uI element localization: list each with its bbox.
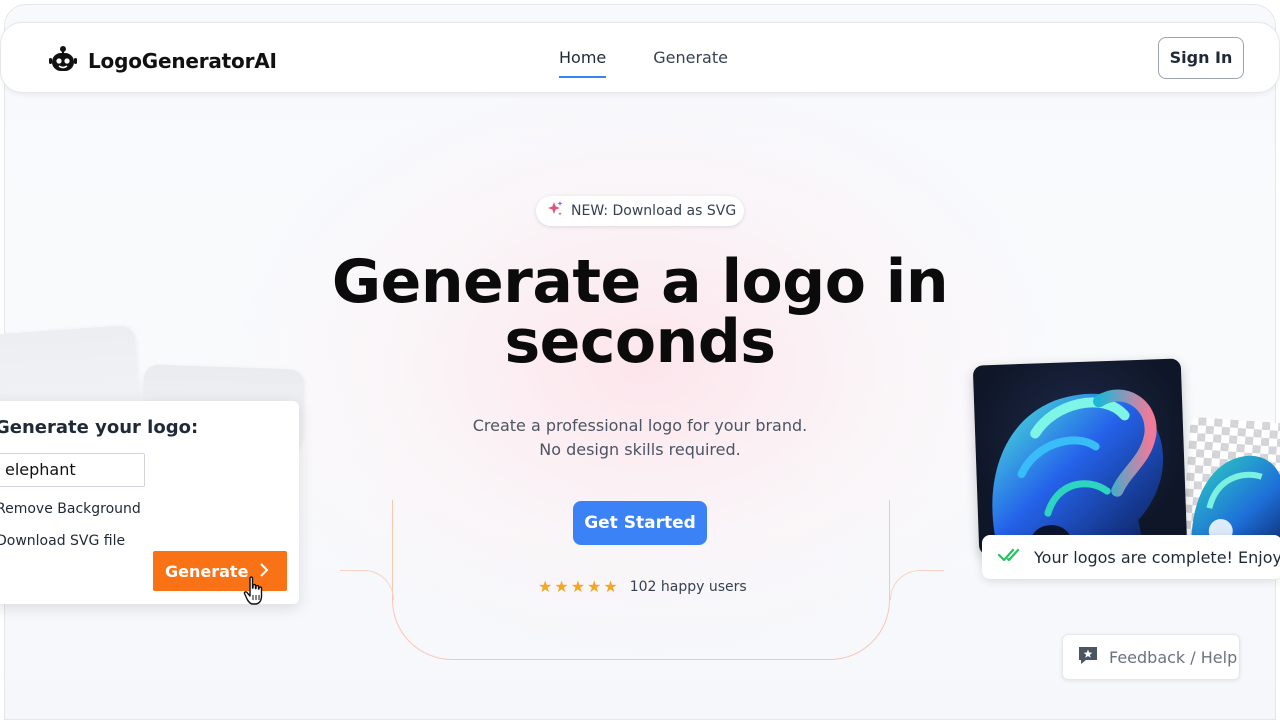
generate-demo-card: Generate your logo: elephant Remove Back… bbox=[0, 401, 299, 604]
feedback-label: Feedback / Help bbox=[1109, 647, 1238, 667]
sparkle-icon bbox=[546, 200, 564, 222]
sign-in-button[interactable]: Sign In bbox=[1158, 37, 1244, 79]
download-svg-option[interactable]: Download SVG file bbox=[0, 533, 125, 549]
nav-home[interactable]: Home bbox=[559, 48, 607, 78]
demo-card-title: Generate your logo: bbox=[0, 417, 199, 438]
toast-text: Your logos are complete! Enjoy bbox=[1034, 547, 1280, 567]
brand[interactable]: LogoGeneratorAI bbox=[48, 44, 277, 78]
logo-prompt-input[interactable]: elephant bbox=[0, 453, 145, 487]
nav-generate[interactable]: Generate bbox=[653, 48, 728, 75]
hand-pointer-icon bbox=[243, 576, 265, 610]
remove-background-option[interactable]: Remove Background bbox=[0, 501, 141, 517]
robot-logo-icon bbox=[48, 44, 78, 78]
subtitle-line-1: Create a professional logo for your bran… bbox=[472, 416, 808, 435]
double-check-icon bbox=[997, 547, 1024, 567]
decorative-arc bbox=[392, 500, 890, 660]
demo-generate-label: Generate bbox=[165, 561, 249, 581]
feedback-star-icon bbox=[1077, 644, 1099, 670]
transparent-logo-preview bbox=[1181, 416, 1280, 554]
brand-name: LogoGeneratorAI bbox=[88, 49, 277, 73]
top-navbar: LogoGeneratorAI Home Generate Sign In bbox=[0, 22, 1280, 93]
hero-headline: Generate a logo in seconds bbox=[300, 252, 980, 372]
feedback-help-button[interactable]: Feedback / Help bbox=[1062, 634, 1240, 680]
badge-text: NEW: Download as SVG bbox=[571, 203, 737, 219]
main-nav: Home Generate bbox=[559, 48, 728, 78]
elephant-logo-artwork bbox=[972, 358, 1188, 556]
headline-line-2: seconds bbox=[504, 307, 776, 377]
completion-toast: Your logos are complete! Enjoy bbox=[982, 535, 1280, 579]
hero-subtitle: Create a professional logo for your bran… bbox=[420, 414, 860, 462]
demo-generate-button[interactable]: Generate bbox=[153, 551, 287, 591]
new-feature-badge[interactable]: NEW: Download as SVG bbox=[536, 196, 744, 226]
subtitle-line-2: No design skills required. bbox=[539, 440, 741, 459]
